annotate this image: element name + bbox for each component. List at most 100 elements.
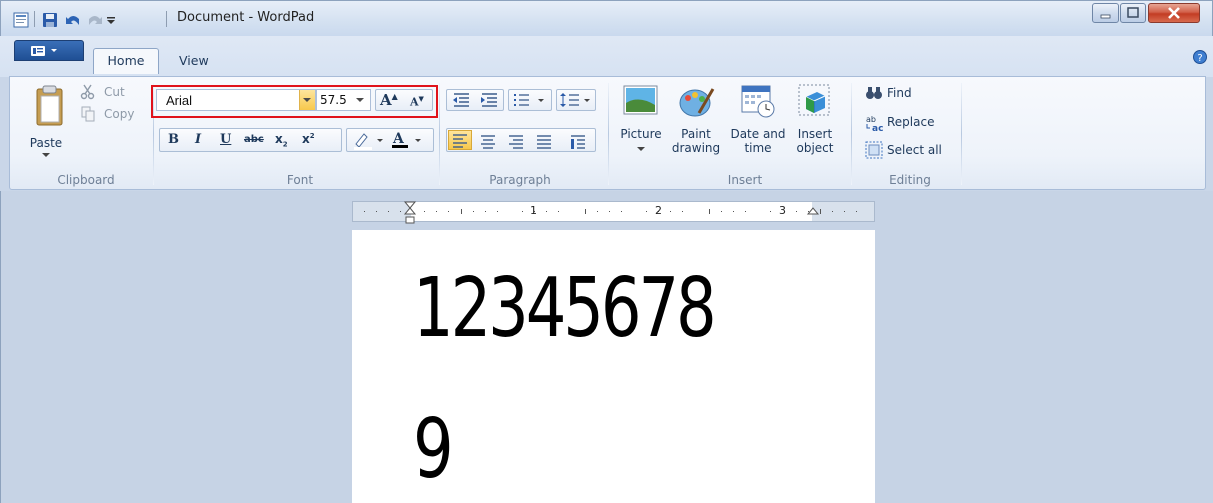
svg-text:A: A [392, 131, 405, 147]
title-bar: Document - WordPad [0, 0, 1213, 36]
object-label-line1: Insert [797, 127, 833, 141]
insert-object-icon [798, 84, 830, 116]
minimize-icon [1100, 14, 1111, 19]
select-all-icon [865, 141, 883, 159]
group-label-font: Font [286, 173, 314, 187]
replace-button[interactable]: ab ac Replace [865, 114, 955, 134]
group-label-editing: Editing [889, 173, 931, 187]
group-label-insert: Insert [727, 173, 763, 187]
paste-dropdown-icon [42, 153, 50, 157]
cut-label: Cut [104, 85, 125, 99]
save-icon[interactable] [42, 12, 58, 28]
ruler-mark-2: 2 [655, 204, 662, 217]
increase-indent-button[interactable] [477, 90, 503, 110]
scissors-icon [80, 84, 95, 100]
grow-font-button[interactable]: A▲ [380, 91, 398, 109]
find-button[interactable]: Find [865, 85, 935, 103]
chevron-down-icon [356, 98, 364, 102]
minimize-button[interactable] [1092, 3, 1119, 23]
group-label-paragraph: Paragraph [489, 173, 551, 187]
document-text-line2[interactable]: 9 [413, 403, 454, 497]
ribbon-tab-row: Home View ? [0, 36, 1213, 77]
application-menu-button[interactable] [14, 40, 84, 61]
font-family-dropdown[interactable] [299, 90, 315, 110]
window-title: Document - WordPad [177, 10, 315, 25]
tab-home[interactable]: Home [93, 48, 159, 74]
ruler-mark-3: 3 [779, 204, 786, 217]
align-center-button[interactable] [477, 132, 499, 150]
svg-text:ac: ac [872, 124, 883, 132]
alignment-group [446, 128, 596, 152]
date-time-button[interactable]: Date and time [728, 83, 788, 163]
undo-icon[interactable] [65, 12, 81, 28]
redo-icon[interactable] [87, 12, 103, 28]
paint-icon [679, 88, 715, 117]
replace-label: Replace [887, 115, 935, 129]
strikethrough-button[interactable]: abc [244, 134, 264, 145]
paragraph-settings-button[interactable] [567, 132, 589, 150]
select-all-label: Select all [887, 143, 942, 157]
copy-icon [81, 106, 95, 122]
italic-button[interactable]: I [195, 132, 201, 147]
font-size-input[interactable]: 57.5 [316, 89, 371, 111]
calendar-icon [741, 85, 775, 118]
group-separator [961, 83, 962, 185]
highlight-color-button[interactable] [350, 129, 388, 151]
line-spacing-button[interactable] [556, 89, 596, 111]
svg-text:?: ? [1197, 53, 1202, 64]
underline-button[interactable]: U [220, 132, 231, 147]
ruler-marks [364, 201, 857, 224]
text-color-button[interactable]: A [389, 129, 433, 151]
decrease-indent-button[interactable] [449, 90, 475, 110]
group-separator [608, 83, 609, 185]
paste-icon [36, 85, 63, 126]
select-all-button[interactable]: Select all [865, 141, 960, 159]
tab-view[interactable]: View [179, 53, 209, 68]
binoculars-icon [866, 87, 882, 99]
close-button[interactable] [1148, 3, 1200, 23]
svg-text:ab: ab [866, 115, 876, 124]
paint-drawing-button[interactable]: Paint drawing [670, 83, 722, 163]
group-separator [439, 83, 440, 185]
paint-label-line1: Paint [681, 127, 711, 141]
align-left-button[interactable] [448, 130, 472, 150]
maximize-icon [1127, 7, 1139, 18]
font-family-input[interactable]: Arial [156, 89, 316, 111]
bold-button[interactable]: B [168, 132, 179, 147]
document-text-line1[interactable]: 12345678 [413, 262, 717, 356]
customize-qat-icon[interactable] [105, 15, 121, 31]
cut-button[interactable]: Cut [80, 84, 140, 102]
copy-button[interactable]: Copy [80, 106, 142, 124]
replace-icon: abac [866, 115, 883, 134]
superscript-button[interactable]: x2 [302, 132, 315, 146]
font-size-value: 57.5 [320, 93, 347, 107]
picture-label: Picture [620, 127, 662, 141]
find-label: Find [887, 86, 912, 100]
insert-object-button[interactable]: Insert object [792, 83, 838, 163]
title-separator [166, 11, 167, 27]
color-tools-group: A [346, 128, 434, 152]
help-icon[interactable]: ? [1193, 50, 1207, 67]
shrink-font-button[interactable]: A▼ [410, 94, 424, 109]
font-grow-shrink-group: A▲ A▼ [375, 89, 433, 111]
paint-label-line2: drawing [671, 141, 721, 155]
close-icon [1168, 7, 1180, 19]
paste-button[interactable]: Paste [26, 83, 70, 157]
group-label-clipboard: Clipboard [57, 173, 115, 187]
maximize-button[interactable] [1120, 3, 1146, 23]
qat-separator [34, 11, 35, 27]
date-label-line2: time [744, 141, 772, 155]
wordpad-icon[interactable] [13, 12, 29, 28]
ruler-mark-1: 1 [530, 204, 537, 217]
list-button[interactable] [508, 89, 552, 111]
align-right-button[interactable] [505, 132, 527, 150]
chevron-down-icon [637, 147, 645, 151]
app-menu-icon [31, 46, 57, 56]
subscript-button[interactable]: x2 [275, 132, 288, 148]
picture-button[interactable]: Picture [614, 83, 668, 163]
align-left-icon [453, 134, 467, 148]
paste-label: Paste [29, 136, 63, 150]
justify-button[interactable] [533, 132, 555, 150]
picture-icon [623, 85, 658, 115]
line-spacing-icon [560, 93, 590, 107]
